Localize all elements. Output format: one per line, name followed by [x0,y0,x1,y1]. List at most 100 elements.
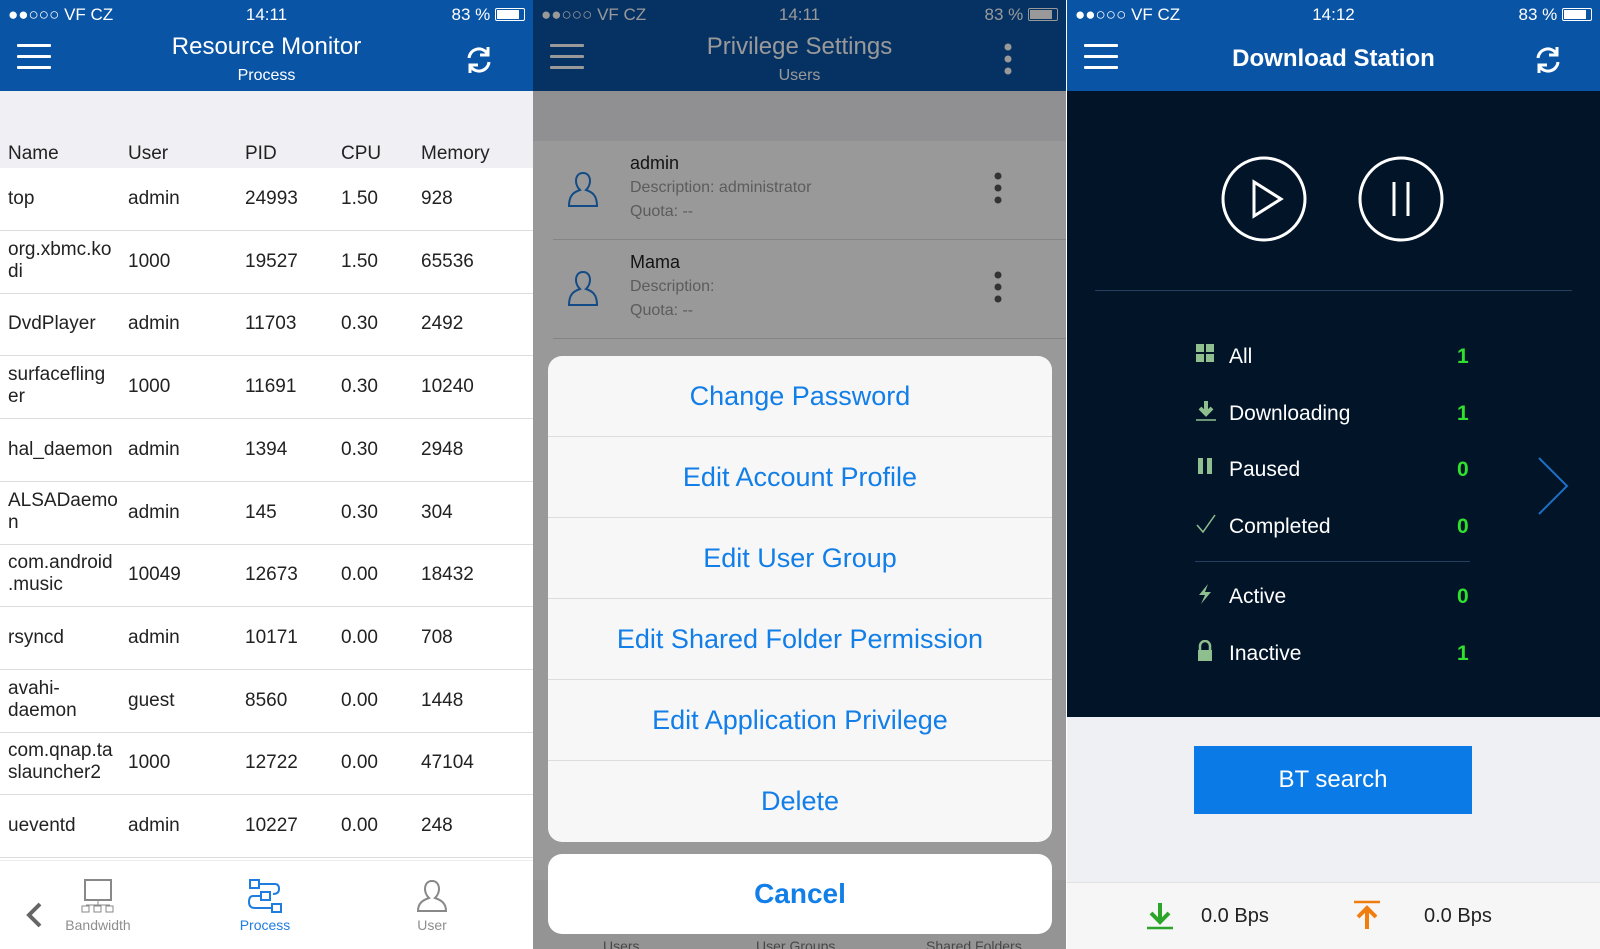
action-edit-application-privilege[interactable]: Edit Application Privilege [548,680,1052,761]
cell-cpu: 0.00 [341,564,378,586]
privilege-settings-screen: ●●○○○ VF CZ 14:11 83 % Privilege Setting… [533,0,1066,949]
cell-memory: 708 [421,626,453,648]
cell-pid: 24993 [245,188,298,209]
cell-cpu: 1.50 [341,250,378,272]
play-all-button[interactable] [1220,155,1308,243]
table-row[interactable]: surfacefling er 1000 11691 0.30 10240 [0,356,533,420]
col-user[interactable]: User [128,143,168,165]
table-row[interactable]: ALSADaemo n admin 145 0.30 304 [0,482,533,545]
filter-label: Downloading [1229,402,1351,425]
filter-count: 1 [1457,345,1469,368]
tab-bandwidth[interactable]: Bandwidth [58,878,138,933]
cell-memory: 18432 [421,564,474,586]
table-row[interactable]: com.android .music 10049 12673 0.00 18432 [0,544,533,608]
cell-cpu: 0.00 [341,815,378,836]
cell-name: org.xbmc.ko di [8,238,112,282]
table-row[interactable]: com.qnap.ta slauncher2 1000 12722 0.00 47104 [0,732,533,796]
monitor-network-icon [81,879,114,913]
battery: 83 % [452,5,525,25]
col-pid[interactable]: PID [245,143,277,165]
table-row[interactable]: DvdPlayer admin 11703 0.30 2492 [0,293,533,357]
filter-label: Active [1229,585,1287,608]
page-subtitle: Process [237,67,296,84]
process-flow-icon [247,879,282,913]
divider [1195,561,1470,562]
cell-user: 1000 [128,376,171,398]
cell-pid: 12722 [245,752,298,774]
cell-pid: 10227 [245,815,298,836]
cell-name: ALSADaemo n [8,489,118,533]
action-delete[interactable]: Delete [548,761,1052,842]
action-change-password[interactable]: Change Password [548,356,1052,437]
pause-all-button[interactable] [1357,155,1445,243]
col-name[interactable]: Name [8,143,59,165]
filter-count: 0 [1457,585,1469,608]
divider [1095,290,1572,291]
filter-label: All [1229,345,1253,368]
col-cpu[interactable]: CPU [341,143,381,165]
table-row[interactable]: hal_daemon admin 1394 0.30 2948 [0,419,533,482]
cell-cpu: 0.00 [341,752,378,774]
filter-all[interactable]: All 1 [1067,337,1600,377]
cell-name: hal_daemon [8,438,113,460]
cancel-button[interactable]: Cancel [548,854,1052,934]
check-icon [1195,513,1217,541]
cell-cpu: 1.50 [341,188,378,209]
chevron-right-icon[interactable] [1535,455,1571,517]
cell-pid: 11691 [245,376,297,398]
table-row[interactable]: rsyncd admin 10171 0.00 708 [0,607,533,670]
filter-label: Inactive [1229,642,1302,665]
action-edit-account-profile[interactable]: Edit Account Profile [548,437,1052,518]
download-station-screen: ●●○○○ VF CZ 14:12 83 % Download Station … [1067,0,1600,949]
filter-paused[interactable]: Paused 0 [1067,450,1600,490]
lock-icon [1195,639,1217,668]
col-memory[interactable]: Memory [421,143,490,165]
action-edit-shared-folder-permission[interactable]: Edit Shared Folder Permission [548,599,1052,680]
status-bar: ●●○○○ VF CZ 14:12 83 % [1067,0,1600,28]
cell-memory: 65536 [421,250,474,272]
filter-count: 1 [1457,402,1469,425]
table-row[interactable]: top admin 24993 1.50 928 [0,168,533,231]
cell-name: DvdPlayer [8,313,96,335]
battery: 83 % [1519,5,1592,25]
bt-search-button[interactable]: BT search [1194,746,1472,814]
filter-active[interactable]: Active 0 [1067,577,1600,617]
tab-user[interactable]: User [392,878,472,933]
table-header: Name User PID CPU Memory [0,91,533,168]
speed-bar: 0.0 Bps 0.0 Bps [1067,882,1600,949]
table-row[interactable]: avahi- daemon guest 8560 0.00 1448 [0,670,533,733]
cell-cpu: 0.00 [341,689,378,711]
download-speed: 0.0 Bps [1201,905,1269,927]
cell-name: com.android .music [8,552,113,596]
nav-bar: ●●○○○ VF CZ 14:11 83 % Resource Monitor … [0,0,533,91]
refresh-icon[interactable] [463,44,495,76]
cell-user: admin [128,313,180,335]
download-speed-icon [1147,903,1173,930]
action-edit-user-group[interactable]: Edit User Group [548,518,1052,599]
cell-memory: 2948 [421,438,464,460]
page-title: Resource Monitor [171,33,362,60]
filter-downloading[interactable]: Downloading 1 [1067,394,1600,434]
filter-label: Paused [1229,458,1301,481]
cell-memory: 47104 [421,752,474,774]
back-chevron-icon[interactable] [24,901,44,929]
cell-pid: 12673 [245,564,298,586]
status-bar: ●●○○○ VF CZ 14:11 83 % [0,0,533,28]
upload-speed: 0.0 Bps [1424,905,1492,927]
filter-count: 1 [1457,642,1469,665]
cell-pid: 8560 [245,689,288,711]
cell-pid: 1394 [245,438,288,460]
table-row[interactable]: org.xbmc.ko di 1000 19527 1.50 65536 [0,231,533,294]
page-title: Download Station [1232,45,1435,72]
pause-icon [1195,456,1217,482]
cell-memory: 1448 [421,689,464,711]
refresh-icon[interactable] [1532,44,1564,76]
filter-completed[interactable]: Completed 0 [1067,507,1600,547]
filter-count: 0 [1457,515,1469,538]
table-row[interactable]: ueventd admin 10227 0.00 248 [0,795,533,858]
upload-speed-icon [1354,900,1380,929]
cell-cpu: 0.30 [341,313,378,335]
tab-process[interactable]: Process [225,878,305,933]
filter-inactive[interactable]: Inactive 1 [1067,634,1600,674]
filter-count: 0 [1457,458,1469,481]
